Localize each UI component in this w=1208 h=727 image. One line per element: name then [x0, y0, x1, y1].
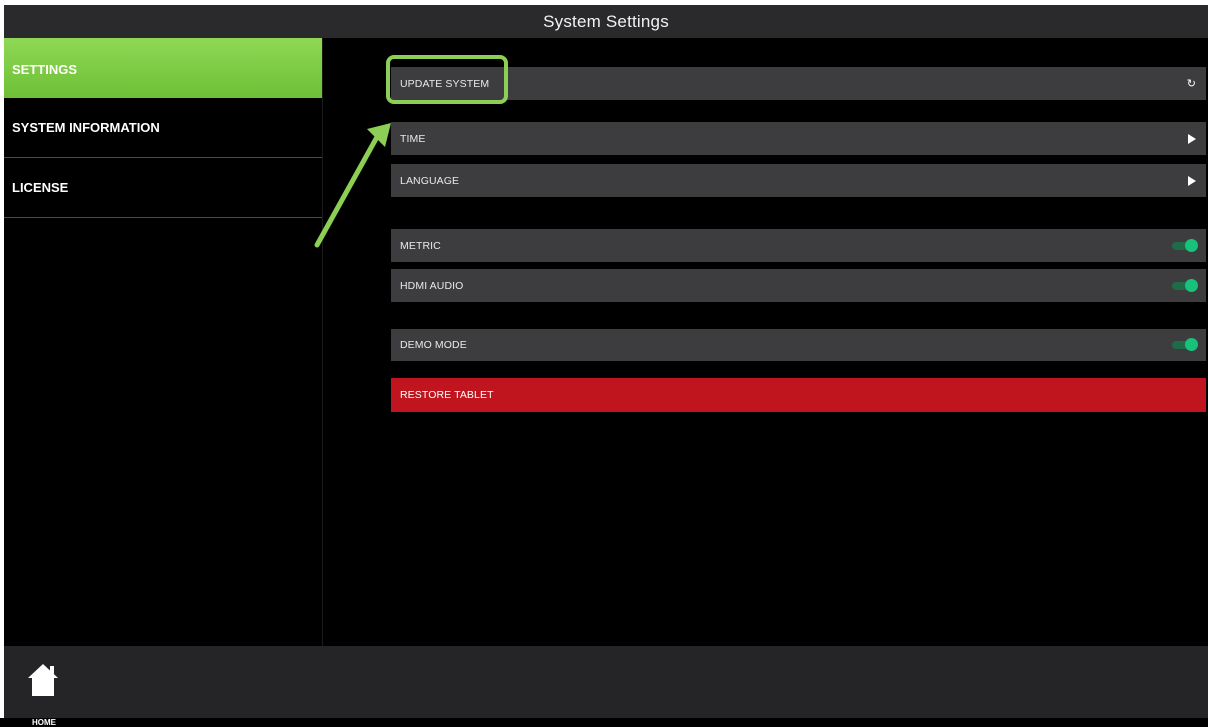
sidebar-item-label: SYSTEM INFORMATION — [12, 120, 160, 135]
bottom-bar: HOME — [4, 646, 1208, 727]
time-row[interactable]: TIME — [391, 122, 1206, 155]
home-button[interactable]: HOME — [18, 656, 80, 727]
home-icon — [28, 664, 58, 696]
update-system-row[interactable]: UPDATE SYSTEM ↻ — [391, 67, 1206, 100]
page-title: System Settings — [543, 11, 669, 31]
demo-mode-label: DEMO MODE — [400, 339, 467, 351]
play-arrow-icon — [1188, 133, 1196, 144]
language-row[interactable]: LANGUAGE — [391, 164, 1206, 197]
sidebar-item-settings[interactable]: SETTINGS — [4, 38, 322, 98]
header-bar: System Settings — [4, 5, 1208, 38]
metric-row: METRIC — [391, 229, 1206, 262]
hdmi-audio-row: HDMI AUDIO — [391, 269, 1206, 302]
sidebar-item-license[interactable]: LICENSE — [4, 158, 322, 218]
settings-panel: UPDATE SYSTEM ↻ TIME LANGUAGE METRIC HDM… — [323, 38, 1208, 646]
app-window: System Settings SETTINGS SYSTEM INFORMAT… — [0, 0, 1208, 727]
restore-tablet-button[interactable]: RESTORE TABLET — [391, 378, 1206, 412]
update-system-highlight — [386, 55, 508, 104]
restore-tablet-label: RESTORE TABLET — [400, 389, 494, 401]
hdmi-audio-toggle[interactable] — [1172, 278, 1198, 292]
sidebar: SETTINGS SYSTEM INFORMATION LICENSE — [4, 38, 323, 646]
annotation-arrow-icon — [314, 123, 391, 248]
metric-label: METRIC — [400, 239, 441, 252]
sidebar-item-system-information[interactable]: SYSTEM INFORMATION — [4, 98, 322, 158]
hdmi-audio-label: HDMI AUDIO — [400, 279, 464, 292]
sidebar-item-label: SETTINGS — [12, 62, 78, 77]
demo-mode-toggle[interactable] — [1172, 338, 1198, 351]
metric-toggle[interactable] — [1172, 238, 1198, 252]
play-arrow-icon — [1188, 175, 1196, 186]
language-label: LANGUAGE — [400, 174, 460, 187]
home-label: HOME — [32, 718, 56, 727]
sidebar-item-label: LICENSE — [12, 180, 69, 195]
refresh-icon: ↻ — [1186, 78, 1196, 90]
demo-mode-row: DEMO MODE — [391, 329, 1206, 361]
